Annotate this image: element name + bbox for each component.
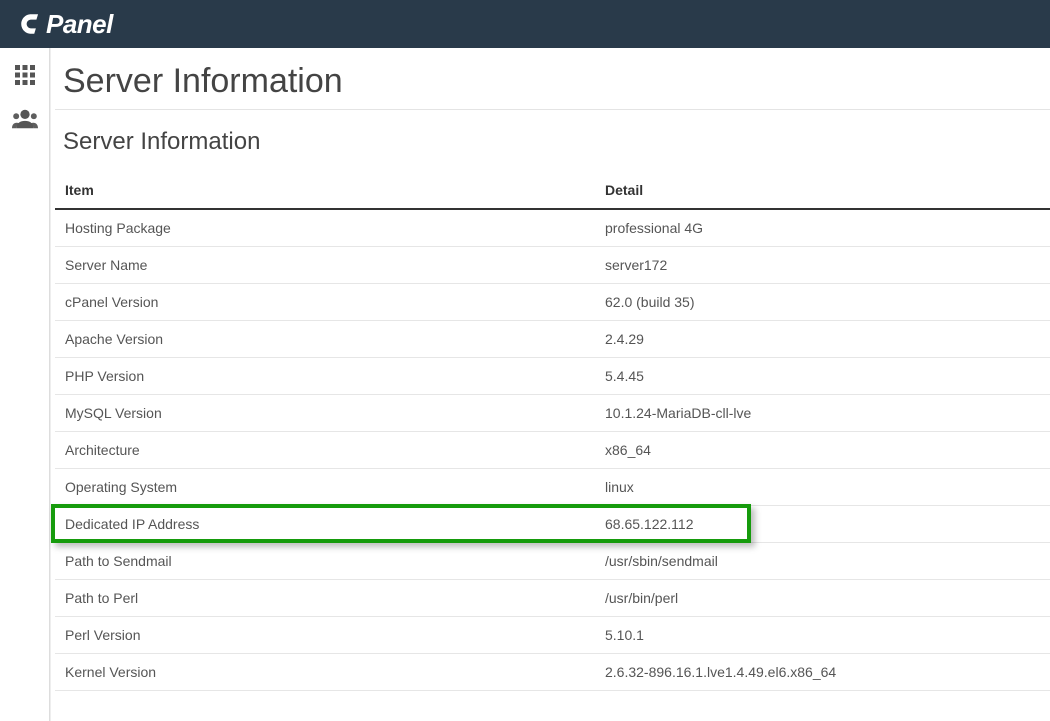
table-row: Architecturex86_64 bbox=[55, 432, 1050, 469]
table-row: Dedicated IP Address68.65.122.112 bbox=[55, 506, 1050, 543]
cpanel-logo[interactable]: Panel bbox=[18, 9, 113, 40]
col-header-detail: Detail bbox=[595, 172, 1050, 209]
main-layout: Server Information Server Information It… bbox=[0, 48, 1050, 721]
cell-item: PHP Version bbox=[55, 358, 595, 395]
cell-detail: 5.10.1 bbox=[595, 617, 1050, 654]
cell-detail: 2.4.29 bbox=[595, 321, 1050, 358]
table-row: Operating Systemlinux bbox=[55, 469, 1050, 506]
cell-detail: /usr/bin/perl bbox=[595, 580, 1050, 617]
cell-item: Operating System bbox=[55, 469, 595, 506]
cpanel-logo-icon bbox=[18, 11, 44, 37]
page-title: Server Information bbox=[55, 62, 1050, 110]
cell-detail: 10.1.24-MariaDB-cll-lve bbox=[595, 395, 1050, 432]
sidebar-users-icon[interactable] bbox=[12, 106, 38, 132]
cell-item: Apache Version bbox=[55, 321, 595, 358]
logo-text: Panel bbox=[46, 9, 113, 40]
sidebar bbox=[0, 48, 50, 721]
table-row: Kernel Version2.6.32-896.16.1.lve1.4.49.… bbox=[55, 654, 1050, 691]
table-header-row: Item Detail bbox=[55, 172, 1050, 209]
app-header: Panel bbox=[0, 0, 1050, 48]
cell-item: Dedicated IP Address bbox=[55, 506, 595, 543]
table-row: Server Nameserver172 bbox=[55, 247, 1050, 284]
cell-item: Perl Version bbox=[55, 617, 595, 654]
cell-detail: 62.0 (build 35) bbox=[595, 284, 1050, 321]
cell-item: Path to Sendmail bbox=[55, 543, 595, 580]
grid-icon bbox=[13, 63, 37, 87]
cell-item: Kernel Version bbox=[55, 654, 595, 691]
table-row: Path to Perl/usr/bin/perl bbox=[55, 580, 1050, 617]
cell-detail: linux bbox=[595, 469, 1050, 506]
cell-detail: server172 bbox=[595, 247, 1050, 284]
cell-detail: professional 4G bbox=[595, 209, 1050, 247]
section-title: Server Information bbox=[55, 128, 1050, 164]
server-info-table-wrap: Item Detail Hosting Packageprofessional … bbox=[55, 172, 1050, 691]
content-area: Server Information Server Information It… bbox=[50, 48, 1050, 721]
table-row: Hosting Packageprofessional 4G bbox=[55, 209, 1050, 247]
cell-detail: x86_64 bbox=[595, 432, 1050, 469]
cell-item: cPanel Version bbox=[55, 284, 595, 321]
sidebar-grid-icon[interactable] bbox=[12, 62, 38, 88]
cell-item: Server Name bbox=[55, 247, 595, 284]
table-row: MySQL Version10.1.24-MariaDB-cll-lve bbox=[55, 395, 1050, 432]
table-body: Hosting Packageprofessional 4GServer Nam… bbox=[55, 209, 1050, 691]
cell-detail: 68.65.122.112 bbox=[595, 506, 1050, 543]
table-row: PHP Version5.4.45 bbox=[55, 358, 1050, 395]
cell-item: Architecture bbox=[55, 432, 595, 469]
cell-item: Path to Perl bbox=[55, 580, 595, 617]
cell-detail: /usr/sbin/sendmail bbox=[595, 543, 1050, 580]
col-header-item: Item bbox=[55, 172, 595, 209]
table-row: Path to Sendmail/usr/sbin/sendmail bbox=[55, 543, 1050, 580]
table-row: Apache Version2.4.29 bbox=[55, 321, 1050, 358]
cell-detail: 2.6.32-896.16.1.lve1.4.49.el6.x86_64 bbox=[595, 654, 1050, 691]
table-row: cPanel Version62.0 (build 35) bbox=[55, 284, 1050, 321]
cell-item: MySQL Version bbox=[55, 395, 595, 432]
cell-item: Hosting Package bbox=[55, 209, 595, 247]
cell-detail: 5.4.45 bbox=[595, 358, 1050, 395]
users-icon bbox=[12, 107, 38, 131]
table-row: Perl Version5.10.1 bbox=[55, 617, 1050, 654]
server-info-table: Item Detail Hosting Packageprofessional … bbox=[55, 172, 1050, 691]
